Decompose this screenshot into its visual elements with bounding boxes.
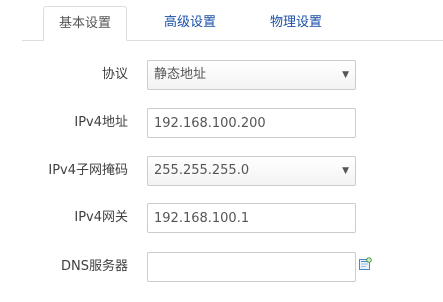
dns-server-input[interactable] — [147, 252, 356, 282]
form-row-ipv4-gateway: IPv4网关 — [0, 203, 443, 233]
protocol-select-value: 静态地址 — [154, 67, 207, 82]
add-entry-icon[interactable] — [359, 257, 372, 270]
protocol-label: 协议 — [101, 67, 128, 82]
form-row-ipv4-address: IPv4地址 — [0, 108, 443, 138]
tab-advanced-settings[interactable]: 高级设置 — [150, 6, 230, 40]
ipv4-gateway-input[interactable] — [147, 203, 356, 233]
dropdown-caret-icon: ▼ — [342, 166, 349, 176]
ipv4-gateway-label: IPv4网关 — [74, 210, 128, 225]
form-row-ipv4-netmask: IPv4子网掩码 255.255.255.0 ▼ — [0, 156, 443, 186]
form-row-protocol: 协议 静态地址 ▼ — [0, 60, 443, 90]
form-row-dns-server: DNS服务器 — [0, 252, 443, 282]
tab-physical-settings[interactable]: 物理设置 — [256, 6, 336, 40]
ipv4-netmask-label: IPv4子网掩码 — [48, 163, 128, 178]
ipv4-netmask-select[interactable]: 255.255.255.0 ▼ — [147, 156, 356, 186]
ipv4-address-label: IPv4地址 — [74, 115, 128, 130]
tab-basic-settings[interactable]: 基本设置 — [43, 6, 127, 41]
ipv4-netmask-select-value: 255.255.255.0 — [154, 163, 250, 178]
dropdown-caret-icon: ▼ — [342, 70, 349, 80]
tab-bar: 基本设置 高级设置 物理设置 — [0, 0, 443, 41]
dns-server-label: DNS服务器 — [61, 259, 128, 274]
ipv4-address-input[interactable] — [147, 108, 356, 138]
protocol-select[interactable]: 静态地址 ▼ — [147, 60, 356, 90]
